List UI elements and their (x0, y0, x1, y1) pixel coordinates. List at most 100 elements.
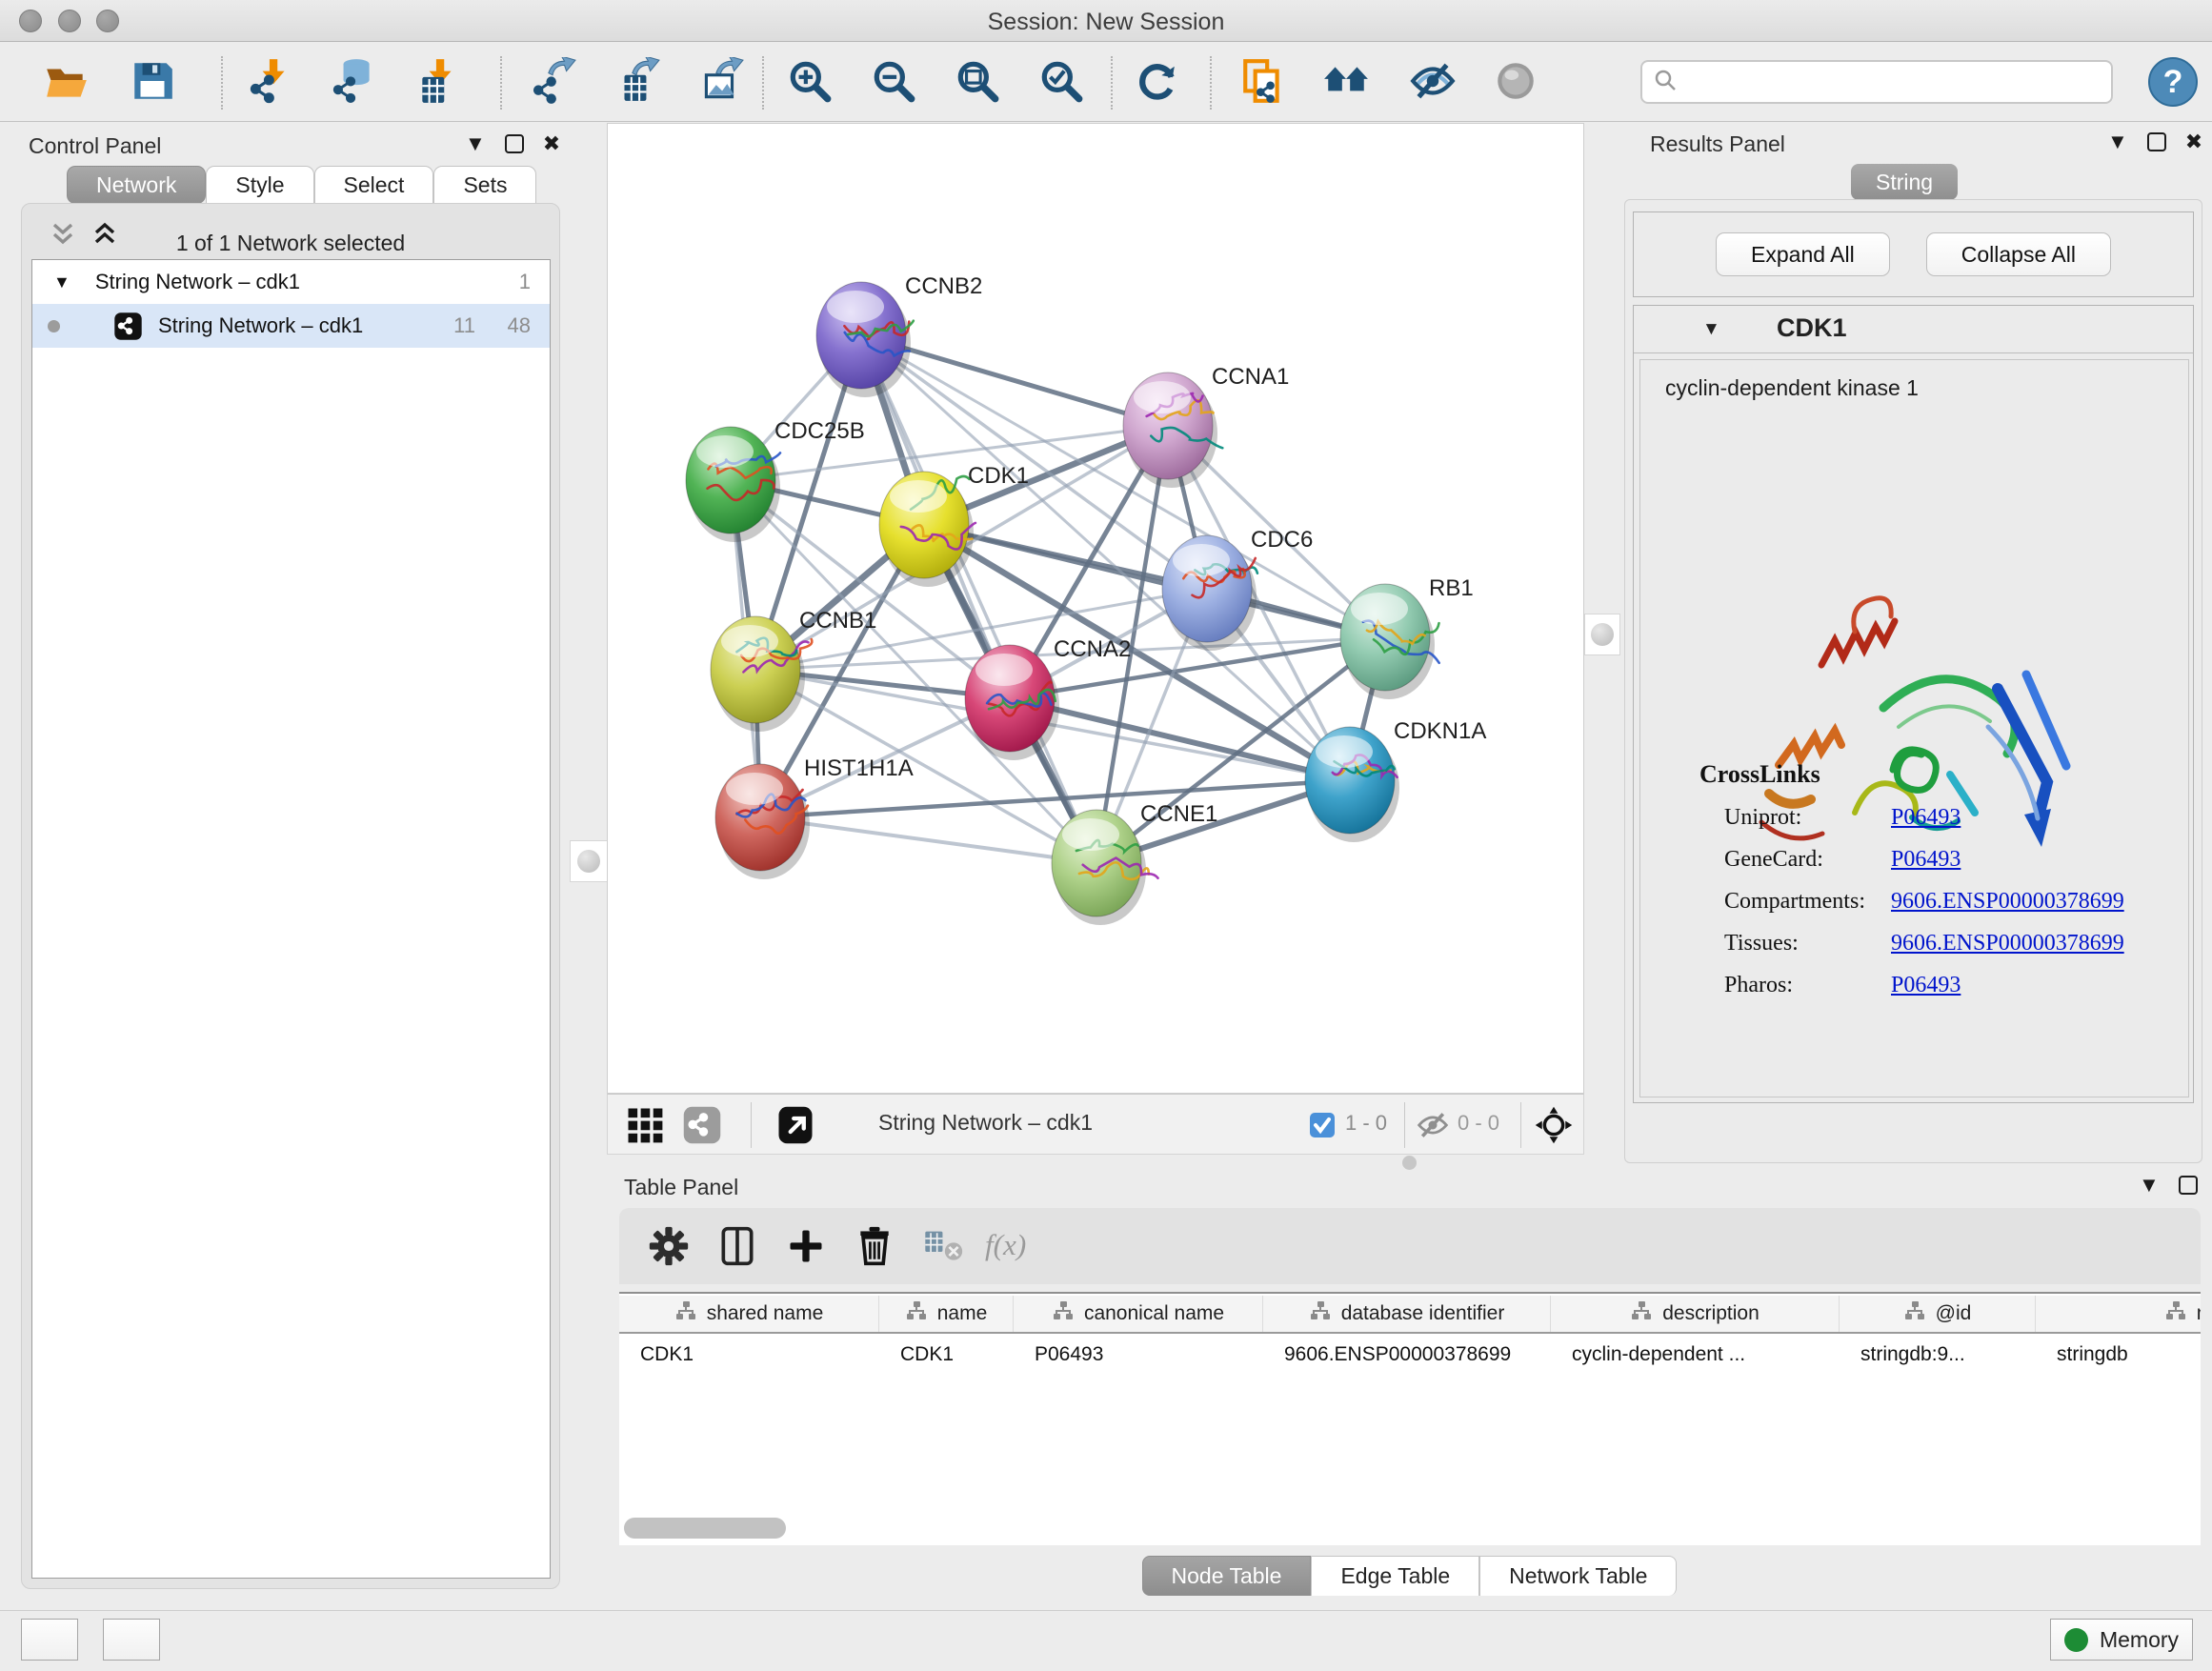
table-settings-gear-icon[interactable] (648, 1225, 690, 1267)
collapse-all-button[interactable]: Collapse All (1926, 232, 2111, 276)
crosslink-link[interactable]: P06493 (1891, 805, 1961, 831)
column-type-icon (905, 1299, 928, 1328)
show-columns-icon[interactable] (716, 1225, 758, 1267)
column-header-canonical-name[interactable]: canonical name (1014, 1296, 1263, 1332)
crosslink-link[interactable]: 9606.ENSP00000378699 (1891, 889, 2124, 915)
control-panel-maximize-icon[interactable] (505, 134, 524, 153)
network-edge-CCNB2-CCNE1[interactable] (861, 335, 1096, 863)
tab-network-table[interactable]: Network Table (1479, 1556, 1677, 1596)
network-node-CCNA1[interactable]: CCNA1 (1123, 364, 1289, 488)
network-collection-row[interactable]: ▼ String Network – cdk1 1 (32, 260, 550, 304)
save-session-button[interactable] (126, 56, 179, 110)
hidden-eye-icon[interactable] (1416, 1108, 1450, 1142)
network-node-CDC6[interactable]: CDC6 (1162, 527, 1313, 651)
network-node-CDKN1A[interactable]: CDKN1A (1305, 718, 1486, 842)
cloud-status-button[interactable] (21, 1619, 78, 1661)
zoom-selected-button[interactable] (1035, 56, 1088, 110)
tab-select[interactable]: Select (314, 166, 434, 204)
node-table[interactable]: shared namenamecanonical namedatabase id… (619, 1292, 2201, 1545)
export-network-button[interactable] (526, 56, 579, 110)
column-header-@id[interactable]: @id (1840, 1296, 2036, 1332)
table-cell[interactable]: CDK1 (619, 1336, 879, 1366)
export-image-button[interactable] (694, 56, 747, 110)
import-network-button[interactable] (245, 56, 298, 110)
column-header-description[interactable]: description (1551, 1296, 1840, 1332)
tab-edge-table[interactable]: Edge Table (1311, 1556, 1479, 1596)
control-panel-float-icon[interactable]: ▼ (465, 133, 486, 154)
zoom-in-button[interactable] (783, 56, 836, 110)
detach-view-icon[interactable] (775, 1105, 815, 1145)
crosslink-link[interactable]: P06493 (1891, 973, 1961, 998)
network-node-RB1[interactable]: RB1 (1340, 575, 1474, 699)
search-box[interactable] (1640, 60, 2113, 104)
column-type-icon (1052, 1299, 1075, 1328)
table-panel-maximize-icon[interactable] (2179, 1176, 2198, 1195)
warnings-button[interactable] (103, 1619, 160, 1661)
export-table-button[interactable] (610, 56, 663, 110)
network-row[interactable]: String Network – cdk1 11 48 (32, 304, 550, 348)
table-cell[interactable]: CDK1 (879, 1336, 1014, 1366)
birdseye-disabled-button[interactable] (1489, 56, 1542, 110)
tab-style[interactable]: Style (206, 166, 313, 204)
node-label-CCNB1: CCNB1 (799, 608, 876, 634)
birdseye-view-icon[interactable] (682, 1105, 722, 1145)
selected-checkbox-icon[interactable] (1309, 1112, 1336, 1138)
zoom-out-button[interactable] (867, 56, 920, 110)
show-panels-home-button[interactable] (1319, 56, 1373, 110)
refresh-layout-button[interactable] (1131, 56, 1184, 110)
tab-sets[interactable]: Sets (433, 166, 536, 204)
results-panel-float-icon[interactable]: ▼ (2107, 131, 2128, 152)
network-node-HIST1H1A[interactable]: HIST1H1A (715, 755, 914, 879)
import-table-button[interactable] (412, 56, 465, 110)
window-title: Session: New Session (0, 9, 2212, 36)
horizontal-splitter-handle[interactable] (1402, 1156, 1417, 1170)
column-header-database-identifier[interactable]: database identifier (1263, 1296, 1551, 1332)
column-header-namespace[interactable]: namespace (2036, 1296, 2201, 1332)
gene-collapse-caret[interactable]: ▼ (1702, 319, 1720, 340)
network-canvas[interactable]: CCNB2CCNA1CDC25BCDK1CDC6RB1CCNB1CCNA2CDK… (607, 123, 1584, 1094)
right-splitter-handle[interactable] (1584, 614, 1620, 655)
table-cell[interactable]: P06493 (1014, 1336, 1263, 1366)
table-panel-float-icon[interactable]: ▼ (2139, 1175, 2160, 1196)
hide-panel-button[interactable] (1406, 56, 1459, 110)
import-network-database-button[interactable] (328, 56, 381, 110)
expand-all-button[interactable]: Expand All (1716, 232, 1890, 276)
gene-section-header[interactable]: ▼ CDK1 (1634, 306, 2193, 353)
import-table-icon (414, 57, 462, 110)
table-cell[interactable]: cyclin-dependent ... (1551, 1336, 1840, 1366)
table-cell[interactable]: 9606.ENSP00000378699 (1263, 1336, 1551, 1366)
grid-view-icon[interactable] (625, 1105, 665, 1145)
crosslink-link[interactable]: P06493 (1891, 847, 1961, 873)
fit-selected-crosshair-icon[interactable] (1534, 1105, 1574, 1145)
crosslink-label: Compartments: (1724, 889, 1891, 915)
results-panel-maximize-icon[interactable] (2147, 132, 2166, 151)
left-splitter-handle[interactable] (570, 840, 608, 882)
memory-button[interactable]: Memory (2050, 1619, 2193, 1661)
crosslink-link[interactable]: 9606.ENSP00000378699 (1891, 931, 2124, 956)
show-panels-home-icon (1322, 57, 1370, 110)
control-panel-close-icon[interactable]: ✖ (543, 133, 560, 154)
network-node-CCNE1[interactable]: CCNE1 (1052, 801, 1217, 925)
collection-expand-caret[interactable]: ▼ (53, 272, 70, 292)
search-input[interactable] (1679, 63, 2111, 101)
open-session-button[interactable] (40, 56, 93, 110)
network-node-CCNB1[interactable]: CCNB1 (711, 608, 876, 732)
zoom-fit-button[interactable] (951, 56, 1004, 110)
clone-network-button[interactable] (1237, 56, 1290, 110)
add-column-icon[interactable] (785, 1225, 827, 1267)
table-cell[interactable]: stringdb (2036, 1336, 2201, 1366)
table-horizontal-scrollbar[interactable] (624, 1518, 786, 1539)
tab-network[interactable]: Network (67, 166, 206, 204)
tab-node-table[interactable]: Node Table (1142, 1556, 1312, 1596)
network-node-CDC25B[interactable]: CDC25B (686, 418, 865, 542)
tab-string[interactable]: String (1851, 164, 1958, 200)
table-cell[interactable]: stringdb:9... (1840, 1336, 2036, 1366)
column-header-name[interactable]: name (879, 1296, 1014, 1332)
delete-column-trash-icon[interactable] (854, 1225, 895, 1267)
help-button[interactable]: ? (2147, 56, 2199, 108)
column-header-shared-name[interactable]: shared name (619, 1296, 879, 1332)
results-panel-close-icon[interactable]: ✖ (2185, 131, 2202, 152)
network-node-CCNB2[interactable]: CCNB2 (816, 273, 982, 397)
network-node-CDK1[interactable]: CDK1 (879, 463, 1029, 587)
network-edge-CCNE1-HIST1H1A[interactable] (760, 817, 1096, 863)
